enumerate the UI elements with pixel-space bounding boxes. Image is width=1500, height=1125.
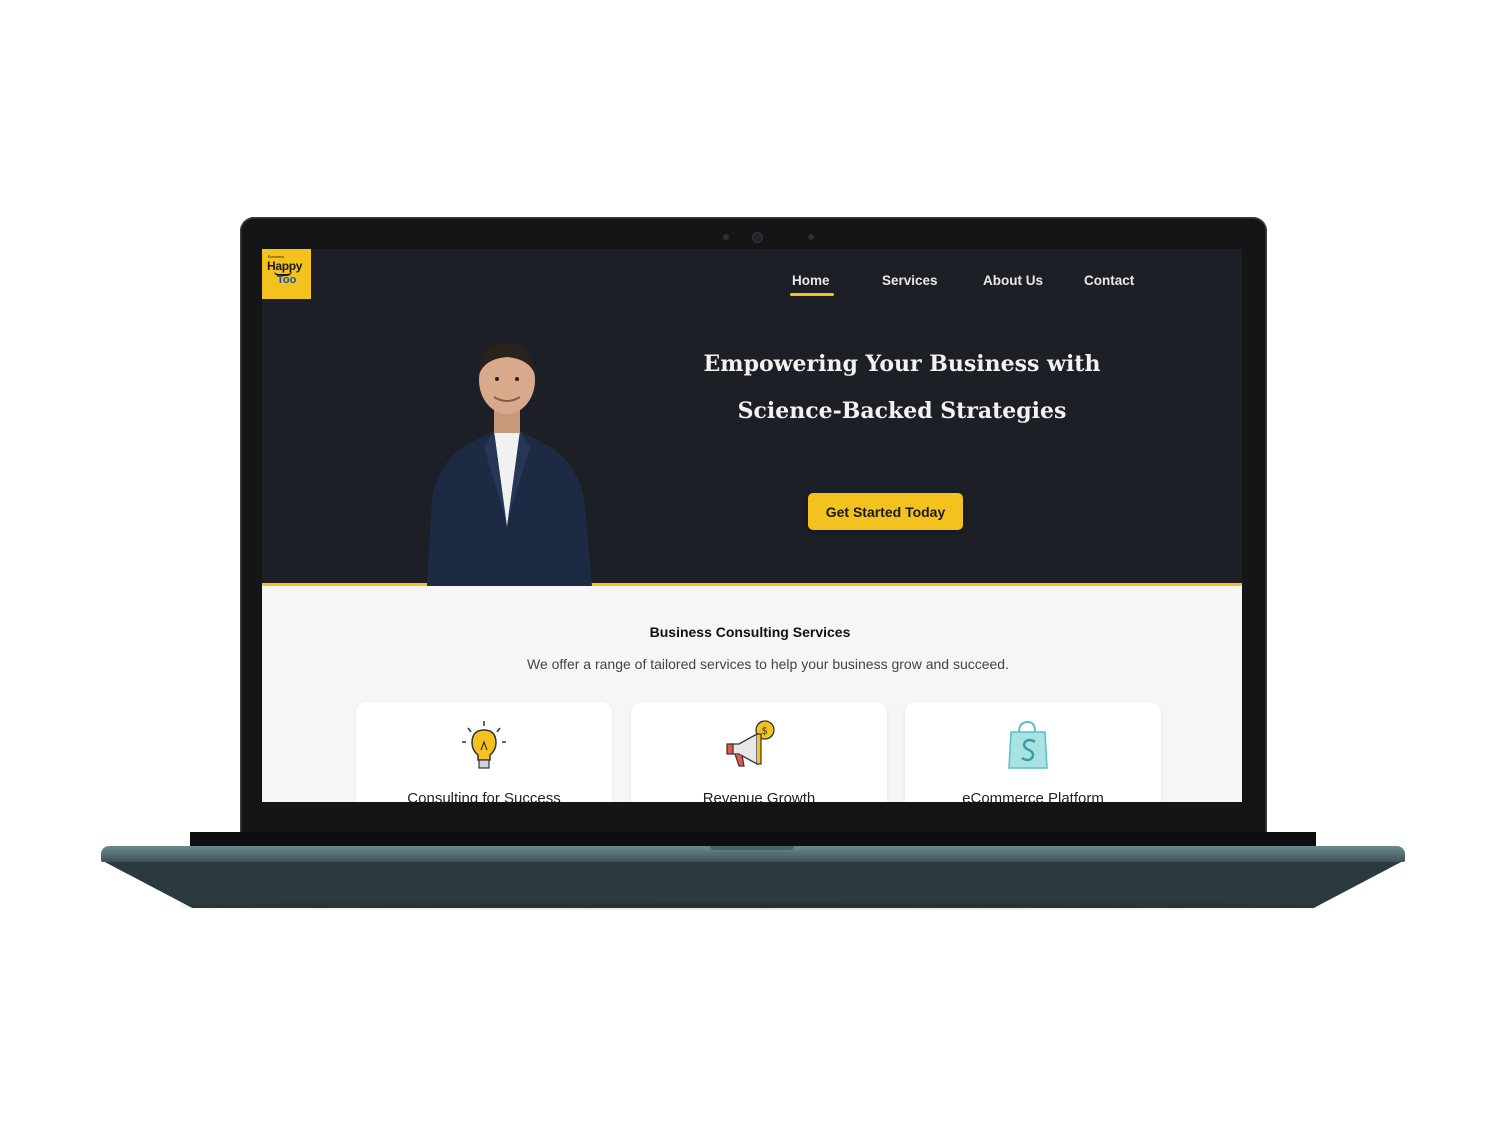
laptop-shadow — [180, 902, 1320, 910]
services-subtitle: We offer a range of tailored services to… — [527, 656, 1009, 672]
service-card-title: Consulting for Success — [407, 790, 561, 802]
hero-headline: Empowering Your Business with Science-Ba… — [692, 341, 1112, 435]
logo-sub-text: Too — [277, 274, 297, 286]
laptop-base — [101, 860, 1405, 908]
sensor-dot — [723, 234, 729, 240]
service-card-title: Revenue Growth — [702, 790, 816, 802]
shopify-bag-icon — [1008, 720, 1048, 769]
services-title: Business Consulting Services — [649, 624, 851, 640]
brand-logo[interactable]: Business Happy Too — [262, 249, 311, 299]
hero-headline-line2: Science-Backed Strategies — [737, 398, 1067, 424]
svg-text:$: $ — [762, 726, 768, 737]
service-card-revenue[interactable]: $ Revenue Growth — [631, 702, 887, 802]
consultant-photo — [427, 343, 592, 586]
webcam — [753, 233, 762, 242]
nav-home[interactable]: Home — [792, 273, 830, 288]
service-card-consulting[interactable]: Consulting for Success — [356, 702, 612, 802]
get-started-button[interactable]: Get Started Today — [808, 493, 963, 530]
lightbulb-icon — [462, 721, 506, 769]
megaphone-icon: $ — [726, 720, 775, 767]
nav-active-indicator — [790, 293, 834, 296]
service-card-title: eCommerce Platform — [962, 790, 1104, 802]
sensor-dot — [808, 234, 814, 240]
hero-headline-line1: Empowering Your Business with — [703, 351, 1101, 377]
hero-section: Business Happy Too Home Services About U… — [262, 249, 1242, 586]
laptop-opening-notch — [710, 846, 794, 850]
nav-about-us[interactable]: About Us — [983, 273, 1043, 288]
service-card-ecommerce[interactable]: eCommerce Platform — [905, 702, 1161, 802]
nav-services[interactable]: Services — [882, 273, 938, 288]
website-screen: Business Happy Too Home Services About U… — [262, 249, 1242, 802]
nav-contact[interactable]: Contact — [1084, 273, 1134, 288]
laptop-mockup: Business Happy Too Home Services About U… — [0, 0, 1500, 1125]
